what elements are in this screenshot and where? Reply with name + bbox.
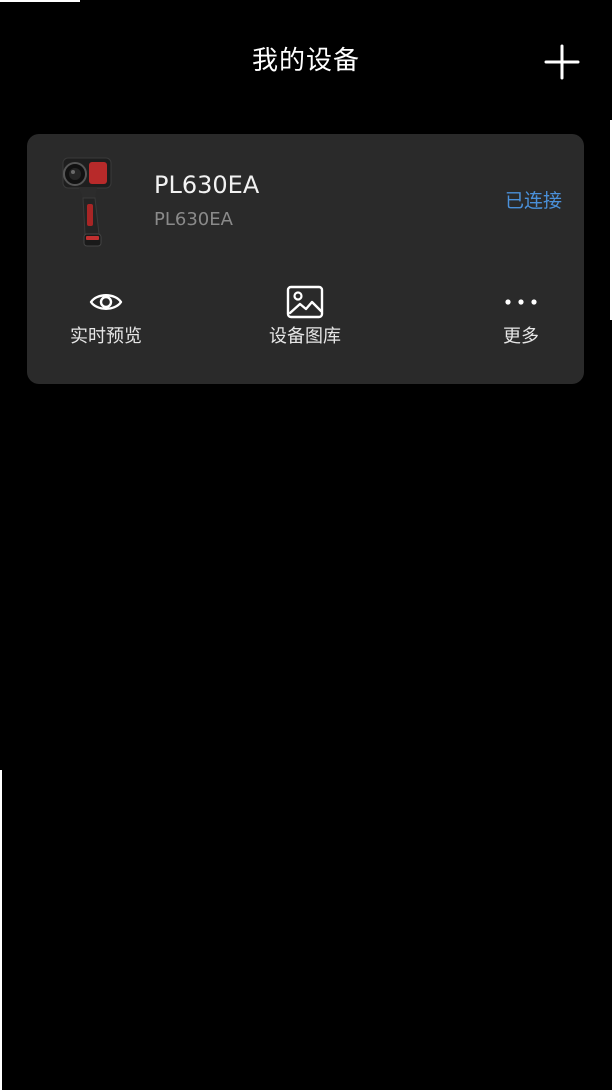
live-preview-label: 实时预览	[70, 326, 142, 347]
device-name: PL630EA	[154, 171, 260, 199]
thermal-camera-image	[62, 157, 112, 247]
edge-divider	[0, 770, 2, 1090]
plus-icon	[544, 44, 580, 80]
more-button[interactable]: 更多	[491, 284, 551, 356]
eye-icon	[89, 294, 123, 310]
more-dots-icon	[505, 299, 537, 305]
device-gallery-label: 设备图库	[269, 326, 341, 347]
app-header: 我的设备	[0, 0, 612, 120]
live-preview-button[interactable]: 实时预览	[61, 284, 151, 356]
device-card[interactable]: PL630EA PL630EA 已连接 实时预览 设备图库 更多	[27, 134, 584, 384]
page-title: 我的设备	[251, 46, 360, 76]
connection-status: 已连接	[504, 190, 562, 212]
gallery-icon	[286, 285, 324, 319]
device-model: PL630EA	[154, 209, 233, 230]
device-gallery-button[interactable]: 设备图库	[260, 284, 350, 356]
add-device-button[interactable]	[540, 40, 584, 84]
more-label: 更多	[503, 326, 539, 347]
